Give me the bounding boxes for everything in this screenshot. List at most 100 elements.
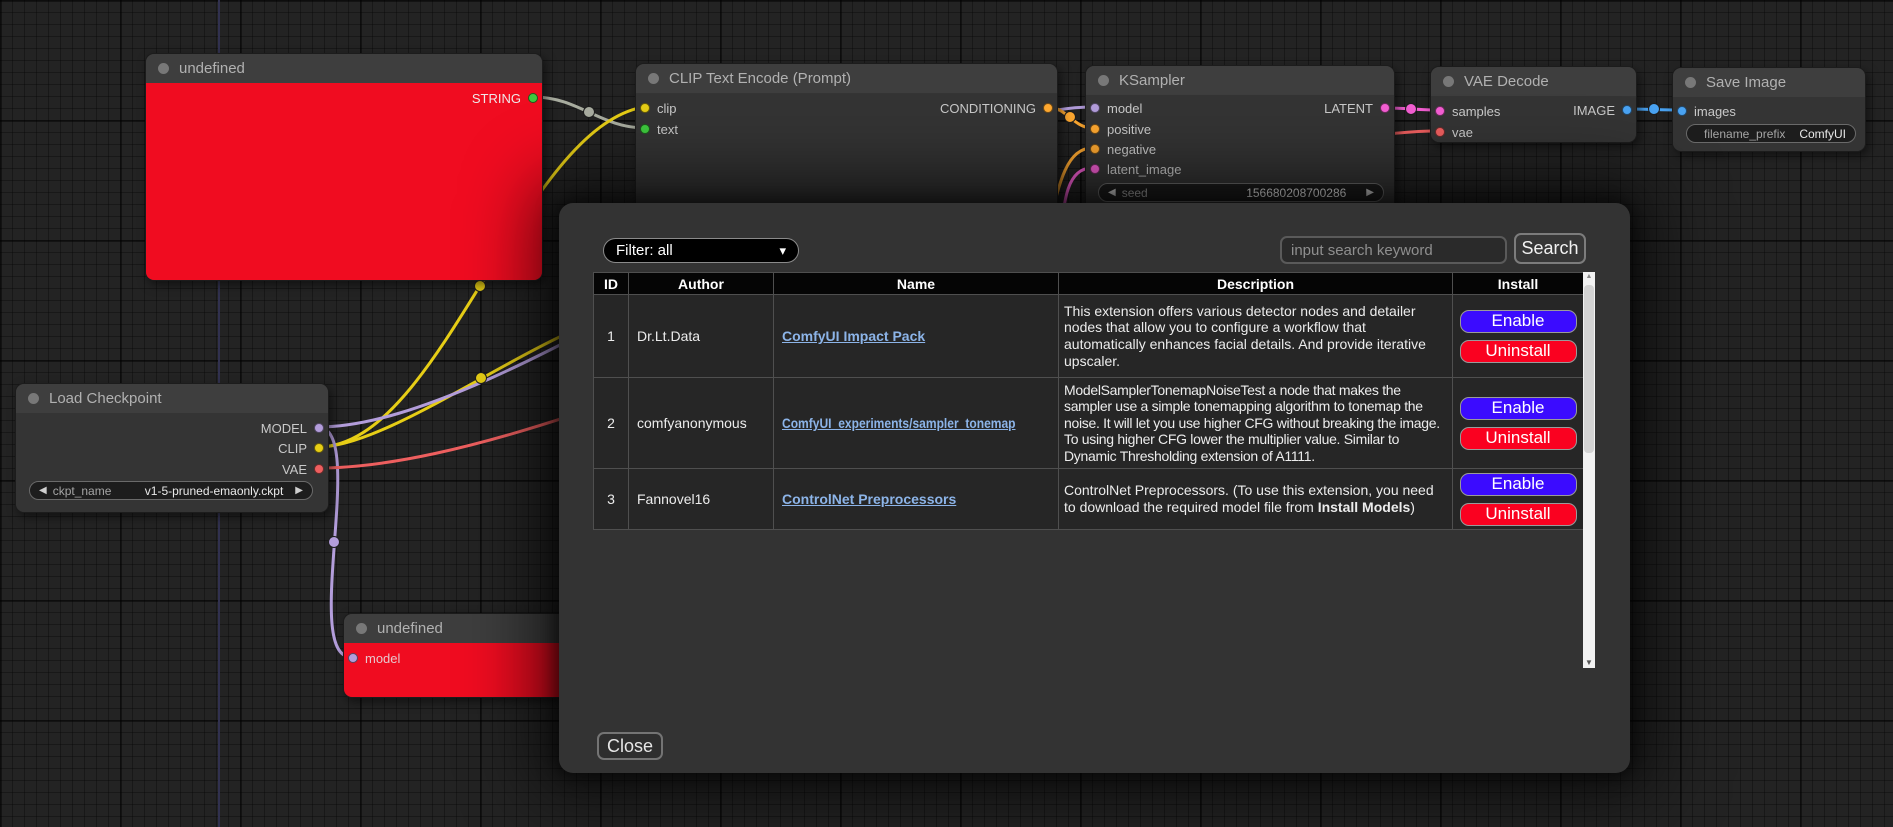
input-dot-images[interactable] [1677,106,1687,116]
enable-button[interactable]: Enable [1460,397,1577,420]
input-dot-text[interactable] [640,124,650,134]
filename-prefix-widget[interactable]: filename_prefix ComfyUI [1686,124,1856,143]
slot-label: latent_image [1107,162,1181,177]
next-arrow-icon[interactable]: ▶ [295,485,303,496]
input-dot-model[interactable] [1090,103,1100,113]
output-dot-string[interactable] [528,93,538,103]
output-dot-conditioning[interactable] [1043,103,1053,113]
input-slot-latent-image[interactable]: latent_image [1090,162,1181,176]
slot-label: images [1694,104,1736,119]
widget-label: ckpt_name [53,484,112,498]
node-collapse-dot-icon[interactable] [1685,77,1696,88]
node-collapse-dot-icon[interactable] [1098,75,1109,86]
slot-label: model [365,651,400,666]
scrollbar-thumb[interactable] [1584,285,1594,453]
enable-button[interactable]: Enable [1460,473,1577,496]
widget-value[interactable]: ComfyUI [1799,127,1846,141]
node-title-bar[interactable]: CLIP Text Encode (Prompt) [636,64,1057,93]
input-slot-vae[interactable]: vae [1435,125,1473,139]
output-slot-latent[interactable]: LATENT [1324,101,1390,115]
node-title-bar[interactable]: Load Checkpoint [16,384,328,413]
input-dot-clip[interactable] [640,103,650,113]
cell-install: Enable Uninstall [1453,469,1584,530]
slot-label: clip [657,101,677,116]
slot-label: vae [1452,125,1473,140]
output-dot-vae[interactable] [314,464,324,474]
uninstall-button[interactable]: Uninstall [1460,340,1577,363]
input-dot-positive[interactable] [1090,124,1100,134]
extension-link[interactable]: ComfyUI Impact Pack [782,328,925,344]
cell-description: ControlNet Preprocessors. (To use this e… [1059,469,1453,530]
scroll-up-icon[interactable]: ▲ [1583,273,1595,280]
input-dot-negative[interactable] [1090,144,1100,154]
widget-value[interactable]: v1-5-pruned-emaonly.ckpt [145,484,284,498]
input-dot-model[interactable] [348,653,358,663]
header-install: Install [1453,273,1584,295]
node-save-image[interactable]: Save Image images filename_prefix ComfyU… [1672,67,1866,152]
close-button[interactable]: Close [597,732,663,760]
link-dot [584,107,595,118]
node-title: VAE Decode [1464,73,1549,90]
increment-arrow-icon[interactable]: ▶ [1366,187,1374,198]
node-title-bar[interactable]: undefined [146,54,542,83]
output-slot-string[interactable]: STRING [472,91,538,105]
output-dot-latent[interactable] [1380,103,1390,113]
extension-link[interactable]: ControlNet Preprocessors [782,491,956,507]
output-slot-image[interactable]: IMAGE [1573,103,1632,117]
node-title-bar[interactable]: Save Image [1673,68,1865,97]
extension-table-scroll-area[interactable]: ID Author Name Description Install 1 Dr.… [593,272,1595,668]
vertical-scrollbar[interactable]: ▲ ▼ [1583,272,1595,668]
input-slot-clip[interactable]: clip [640,101,677,115]
input-slot-positive[interactable]: positive [1090,122,1151,136]
ckpt-name-widget[interactable]: ◀ ckpt_name v1-5-pruned-emaonly.ckpt ▶ [29,481,313,500]
enable-button[interactable]: Enable [1460,310,1577,333]
scroll-down-icon[interactable]: ▼ [1583,658,1595,667]
link-dot [476,373,487,384]
filter-select[interactable]: Filter: all ▾ [603,238,799,263]
uninstall-button[interactable]: Uninstall [1460,503,1577,526]
search-button[interactable]: Search [1514,233,1586,264]
node-load-checkpoint[interactable]: Load Checkpoint MODEL CLIP VAE ◀ ckpt_na… [15,383,329,513]
input-slot-negative[interactable]: negative [1090,142,1156,156]
node-collapse-dot-icon[interactable] [1443,76,1454,87]
uninstall-button[interactable]: Uninstall [1460,427,1577,450]
node-collapse-dot-icon[interactable] [648,73,659,84]
input-slot-images[interactable]: images [1677,104,1736,118]
node-collapse-dot-icon[interactable] [158,63,169,74]
input-slot-model[interactable]: model [1090,101,1142,115]
input-slot-text[interactable]: text [640,122,678,136]
slot-label: CONDITIONING [940,101,1036,116]
input-slot-samples[interactable]: samples [1435,104,1500,118]
node-vae-decode[interactable]: VAE Decode samples vae IMAGE [1430,66,1637,143]
comfyui-canvas[interactable]: undefined STRING CLIP Text Encode (Promp… [0,0,1893,827]
output-slot-conditioning[interactable]: CONDITIONING [940,101,1053,115]
input-dot-samples[interactable] [1435,106,1445,116]
output-dot-image[interactable] [1622,105,1632,115]
node-undefined-top[interactable]: undefined STRING [145,53,543,281]
node-collapse-dot-icon[interactable] [356,623,367,634]
node-collapse-dot-icon[interactable] [28,393,39,404]
output-dot-model[interactable] [314,423,324,433]
slot-label: IMAGE [1573,103,1615,118]
link-dot [1649,104,1660,115]
seed-widget[interactable]: ◀ seed 156680208700286 ▶ [1098,183,1384,202]
node-title-bar[interactable]: KSampler [1086,66,1394,95]
output-slot-clip[interactable]: CLIP [278,441,324,455]
input-dot-latent-image[interactable] [1090,164,1100,174]
input-slot-model[interactable]: model [348,651,400,665]
slot-label: text [657,122,678,137]
cell-id: 2 [594,378,629,469]
header-name: Name [774,273,1059,295]
output-slot-model[interactable]: MODEL [261,421,324,435]
search-input[interactable] [1280,236,1507,264]
output-slot-vae[interactable]: VAE [282,462,324,476]
table-row: 1 Dr.Lt.Data ComfyUI Impact Pack This ex… [594,295,1584,378]
input-dot-vae[interactable] [1435,127,1445,137]
extension-link[interactable]: ComfyUI_experiments/sampler_tonemap [782,415,1016,431]
widget-value[interactable]: 156680208700286 [1246,186,1346,200]
prev-arrow-icon[interactable]: ◀ [39,485,47,496]
description-text: ) [1410,499,1415,515]
decrement-arrow-icon[interactable]: ◀ [1108,187,1116,198]
node-title-bar[interactable]: VAE Decode [1431,67,1636,96]
output-dot-clip[interactable] [314,443,324,453]
